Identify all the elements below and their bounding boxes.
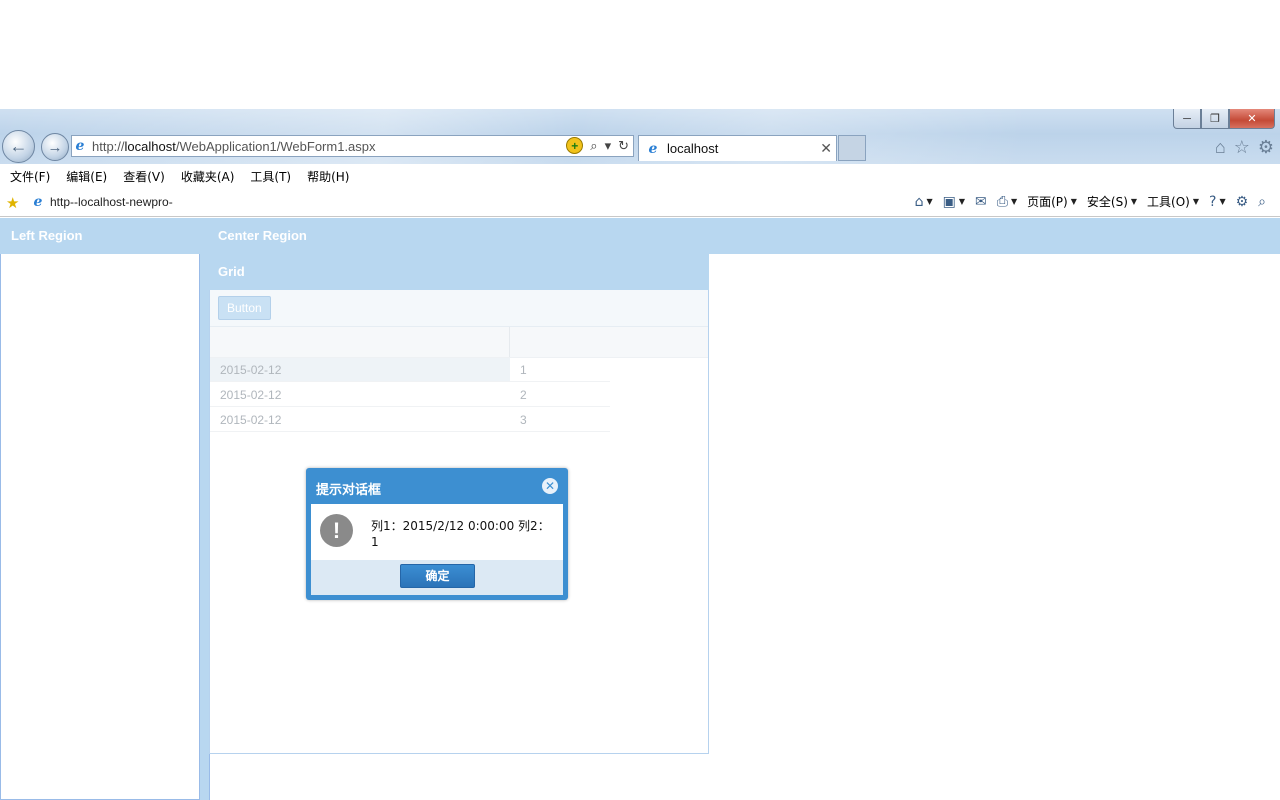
minimize-button[interactable]: ─: [1173, 109, 1201, 129]
tools-gear-icon[interactable]: ⚙: [1258, 137, 1274, 158]
favorite-link-label: http--localhost-newpro-: [50, 195, 173, 209]
dialog-footer: 确定: [311, 560, 563, 595]
exclamation-icon: !: [320, 514, 353, 547]
safety-menu[interactable]: 安全(S) ▼: [1087, 193, 1137, 210]
chevron-down-icon: ▼: [1070, 197, 1077, 206]
forward-button[interactable]: →: [41, 133, 69, 161]
address-actions: + ⌕ ▾ ↻: [566, 137, 629, 154]
favorite-page-icon: e: [33, 194, 43, 210]
new-tab-button[interactable]: [838, 135, 866, 161]
left-region-title: Left Region: [0, 218, 200, 254]
mail-command[interactable]: ✉: [975, 194, 987, 210]
url-text[interactable]: http://localhost/WebApplication1/WebForm…: [92, 139, 376, 154]
dialog-close-icon[interactable]: ✕: [542, 478, 558, 494]
grid-toolbar: Button: [210, 290, 708, 327]
chevron-down-icon: ▼: [1130, 197, 1138, 206]
research-icon: ⌕: [1258, 193, 1266, 210]
chevron-down-icon: ▼: [1192, 197, 1199, 206]
tab-title: localhost: [667, 141, 719, 156]
back-button[interactable]: ←: [2, 130, 35, 163]
compatibility-view-icon[interactable]: +: [566, 137, 584, 154]
menu-help[interactable]: 帮助(H): [307, 168, 349, 185]
menu-file[interactable]: 文件(F): [10, 168, 50, 185]
research-command[interactable]: ⌕: [1258, 194, 1266, 210]
refresh-icon[interactable]: ↻: [618, 138, 629, 154]
close-window-button[interactable]: ✕: [1229, 109, 1275, 129]
region-splitter[interactable]: [200, 218, 209, 800]
favorite-link[interactable]: e http--localhost-newpro-: [30, 194, 173, 210]
menu-edit[interactable]: 编辑(E): [66, 168, 107, 185]
title-bar: ─ ❐ ✕ ← → e http://localhost/WebApplicat…: [0, 109, 1280, 164]
print-command[interactable]: ⎙ ▼: [997, 194, 1017, 210]
tools-menu[interactable]: 工具(O) ▼: [1147, 193, 1199, 210]
table-row[interactable]: 2015-02-12 2: [210, 383, 708, 408]
cell-number: 2: [510, 383, 610, 407]
page-content: Left Region Center Region Grid Button 20…: [0, 218, 1280, 800]
grid-title: Grid: [209, 254, 709, 290]
cell-date: 2015-02-12: [210, 408, 510, 432]
printer-icon: ⎙: [996, 193, 1008, 210]
restore-button[interactable]: ❐: [1201, 109, 1229, 129]
search-icon[interactable]: ⌕: [590, 138, 597, 154]
favorites-add-icon[interactable]: ★: [6, 194, 19, 212]
tab-close-icon[interactable]: ✕: [820, 140, 832, 157]
feeds-command[interactable]: ▣ ▼: [943, 194, 965, 210]
command-bar: ⌂ ▼ ▣ ▼ ✉ ⎙ ▼ 页面(P) ▼ 安全(S) ▼ 工具(O) ▼ ? ▼ ⚙ ⌕: [915, 193, 1266, 210]
dialog-title: 提示对话框: [316, 483, 382, 498]
home-icon: ⌂: [914, 193, 924, 210]
chevron-down-icon: ▼: [958, 197, 966, 206]
column-divider[interactable]: [509, 327, 510, 357]
chevron-down-icon: ▼: [1010, 197, 1018, 206]
ok-button[interactable]: 确定: [400, 564, 475, 588]
mail-icon: ✉: [975, 193, 987, 210]
ie-page-icon: e: [75, 138, 85, 154]
back-arrow-icon: ←: [9, 136, 28, 156]
page-menu[interactable]: 页面(P) ▼: [1027, 193, 1077, 210]
menu-tools[interactable]: 工具(T): [250, 168, 291, 185]
help-icon: ?: [1209, 193, 1217, 210]
menu-favorites[interactable]: 收藏夹(A): [181, 168, 235, 185]
window-controls: ─ ❐ ✕: [1173, 109, 1275, 129]
browser-toolbar-icons: ⌂ ☆ ⚙: [1215, 137, 1274, 158]
menu-view[interactable]: 查看(V): [123, 168, 165, 185]
rss-feed-icon: ▣: [942, 193, 956, 210]
help-command[interactable]: ? ▼: [1209, 194, 1226, 210]
center-region-title: Center Region: [209, 218, 1280, 254]
address-bar[interactable]: e http://localhost/WebApplication1/WebFo…: [71, 135, 634, 157]
forward-arrow-icon: →: [47, 138, 63, 156]
grid-button[interactable]: Button: [218, 296, 271, 320]
home-command[interactable]: ⌂ ▼: [915, 194, 933, 210]
browser-tab[interactable]: e localhost ✕: [638, 135, 837, 161]
dialog-message: 列1：2015/2/12 0:00:00 列2：1: [371, 519, 550, 549]
left-region-panel: Left Region: [0, 218, 200, 800]
home-icon[interactable]: ⌂: [1215, 137, 1226, 158]
settings-gear-icon: ⚙: [1235, 193, 1249, 210]
dropdown-icon[interactable]: ▾: [605, 138, 612, 154]
cell-date: 2015-02-12: [210, 383, 510, 407]
table-row[interactable]: 2015-02-12 1: [210, 358, 708, 383]
table-row[interactable]: 2015-02-12 3: [210, 408, 708, 433]
chevron-down-icon: ▼: [926, 197, 933, 206]
settings-command[interactable]: ⚙: [1236, 194, 1249, 210]
cell-number: 1: [510, 358, 610, 382]
favorites-bar: ★ e http--localhost-newpro- ⌂ ▼ ▣ ▼ ✉ ⎙ ▼ 页…: [0, 188, 1280, 217]
alert-dialog: 提示对话框 ✕ ! 列1：2015/2/12 0:00:00 列2：1 确定: [306, 468, 568, 600]
menu-bar: 文件(F) 编辑(E) 查看(V) 收藏夹(A) 工具(T) 帮助(H): [0, 164, 1280, 188]
grid-column-header: [210, 327, 708, 358]
favorites-star-icon[interactable]: ☆: [1234, 137, 1250, 158]
chevron-down-icon: ▼: [1219, 197, 1226, 206]
cell-number: 3: [510, 408, 610, 432]
tab-page-icon: e: [648, 140, 658, 157]
dialog-body: ! 列1：2015/2/12 0:00:00 列2：1: [311, 504, 563, 560]
cell-date: 2015-02-12: [210, 358, 510, 382]
